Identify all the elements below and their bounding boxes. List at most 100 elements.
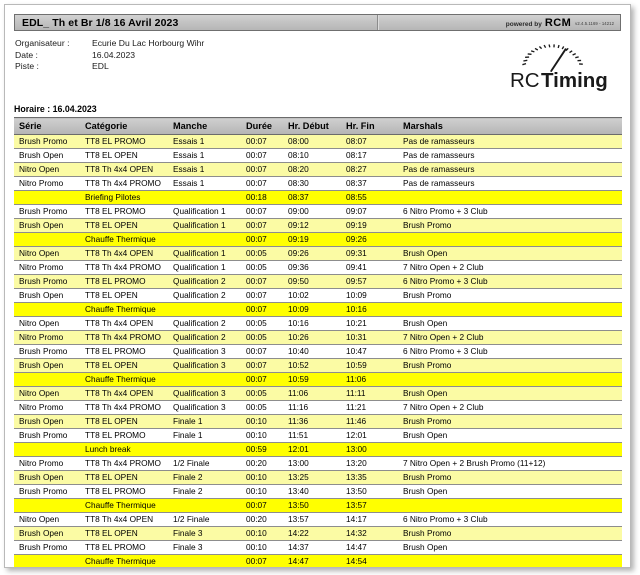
table-row[interactable]: Nitro Promo TT8 Th 4x4 PROMO 1/2 Finale 00:… [14, 456, 622, 471]
cell-marshals: Brush Open [398, 316, 622, 331]
date-value: 16.04.2023 [92, 49, 136, 60]
table-row[interactable]: Nitro Promo TT8 Th 4x4 PROMO Qualification… [14, 400, 622, 415]
table-row[interactable]: Nitro Open TT8 Th 4x4 OPEN 1/2 Finale 00:20… [14, 512, 622, 527]
table-row[interactable]: Brush Open TT8 EL OPEN Qualification 1 00:0… [14, 218, 622, 233]
cell-duree: 00:07 [241, 344, 283, 359]
table-row-break[interactable]: Briefing Pilotes 00:18 08:37 08:55 [14, 190, 622, 205]
cell-debut: 12:01 [283, 442, 341, 457]
table-row-break[interactable]: Lunch break 00:59 12:01 13:00 [14, 442, 622, 457]
cell-fin: 11:21 [341, 400, 398, 415]
cell-marshals [398, 554, 622, 567]
cell-categorie: Chauffe Thermique [80, 232, 168, 247]
cell-debut: 09:19 [283, 232, 341, 247]
column-header-fin[interactable]: Hr. Fin [341, 117, 398, 135]
table-row-break[interactable]: Chauffe Thermique 00:07 10:59 11:06 [14, 372, 622, 387]
cell-categorie: TT8 Th 4x4 OPEN [80, 386, 168, 401]
cell-debut: 10:52 [283, 358, 341, 373]
table-row[interactable]: Nitro Open TT8 Th 4x4 OPEN Qualification 1… [14, 246, 622, 261]
column-header-debut[interactable]: Hr. Début [283, 117, 341, 135]
table-row[interactable]: Nitro Open TT8 Th 4x4 OPEN Qualification 3… [14, 386, 622, 401]
table-row-break[interactable]: Chauffe Thermique 00:07 13:50 13:57 [14, 498, 622, 513]
column-header-serie[interactable]: Série [14, 117, 80, 135]
cell-debut: 13:57 [283, 512, 341, 527]
cell-duree: 00:59 [241, 442, 283, 457]
cell-manche: Essais 1 [168, 134, 241, 149]
info-row-organisateur: Organisateur : Ecurie Du Lac Horbourg Wi… [15, 38, 204, 50]
table-row[interactable]: Brush Open TT8 EL OPEN Qualification 2 00:0… [14, 288, 622, 303]
cell-manche [168, 442, 241, 457]
column-header-marshals[interactable]: Marshals [398, 117, 622, 135]
cell-marshals: Brush Open [398, 246, 622, 261]
cell-manche: Essais 1 [168, 176, 241, 191]
logo-text-rc: RC [510, 69, 540, 92]
cell-serie: Brush Promo [14, 484, 80, 499]
cell-categorie: TT8 EL PROMO [80, 428, 168, 443]
cell-serie: Nitro Open [14, 162, 80, 177]
organisateur-label: Organisateur : [15, 38, 70, 48]
table-row[interactable]: Brush Open TT8 EL OPEN Finale 3 00:10 14:22 1… [14, 526, 622, 541]
cell-debut: 09:36 [283, 260, 341, 275]
table-row[interactable]: Brush Promo TT8 EL PROMO Qualification 1 00… [14, 204, 622, 219]
table-row[interactable]: Nitro Promo TT8 Th 4x4 PROMO Essais 1 00:07… [14, 176, 622, 191]
column-header-manche[interactable]: Manche [168, 117, 241, 135]
cell-duree: 00:07 [241, 134, 283, 149]
table-row-break[interactable]: Chauffe Thermique 00:07 10:09 10:16 [14, 302, 622, 317]
cell-duree: 00:05 [241, 246, 283, 261]
cell-categorie: TT8 Th 4x4 PROMO [80, 176, 168, 191]
cell-marshals: 7 Nitro Open + 2 Brush Promo (11+12) [398, 456, 622, 471]
table-row[interactable]: Nitro Open TT8 Th 4x4 OPEN Qualification 2… [14, 316, 622, 331]
cell-manche [168, 232, 241, 247]
cell-debut: 11:16 [283, 400, 341, 415]
schedule-table-wrap: Série Catégorie Manche Durée Hr. Début H… [14, 117, 622, 567]
cell-fin: 13:00 [341, 442, 398, 457]
cell-duree: 00:07 [241, 148, 283, 163]
cell-fin: 14:47 [341, 540, 398, 555]
cell-marshals: 6 Nitro Promo + 3 Club [398, 274, 622, 289]
table-row-break[interactable]: Chauffe Thermique 00:07 14:47 14:54 [14, 554, 622, 567]
cell-marshals: Brush Open [398, 484, 622, 499]
table-row[interactable]: Brush Open TT8 EL OPEN Finale 1 00:10 11:36 1… [14, 414, 622, 429]
table-row[interactable]: Brush Promo TT8 EL PROMO Qualification 3 00… [14, 344, 622, 359]
table-row[interactable]: Brush Promo TT8 EL PROMO Finale 1 00:10 11:5… [14, 428, 622, 443]
column-header-duree[interactable]: Durée [241, 117, 283, 135]
cell-duree: 00:05 [241, 386, 283, 401]
cell-duree: 00:07 [241, 302, 283, 317]
cell-serie: Nitro Open [14, 512, 80, 527]
cell-categorie: TT8 EL OPEN [80, 148, 168, 163]
table-row[interactable]: Brush Promo TT8 EL PROMO Essais 1 00:07 08:0… [14, 134, 622, 149]
table-row[interactable]: Nitro Promo TT8 Th 4x4 PROMO Qualification… [14, 330, 622, 345]
cell-fin: 09:57 [341, 274, 398, 289]
cell-manche: Finale 1 [168, 414, 241, 429]
cell-categorie: TT8 EL OPEN [80, 358, 168, 373]
cell-categorie: TT8 EL PROMO [80, 204, 168, 219]
cell-duree: 00:05 [241, 260, 283, 275]
cell-categorie: TT8 EL PROMO [80, 540, 168, 555]
column-header-categorie[interactable]: Catégorie [80, 117, 168, 135]
cell-marshals: Brush Promo [398, 358, 622, 373]
cell-categorie: TT8 EL OPEN [80, 414, 168, 429]
report-page: EDL_ Th et Br 1/8 16 Avril 2023 powered … [4, 4, 631, 568]
cell-marshals: Brush Promo [398, 288, 622, 303]
cell-debut: 14:22 [283, 526, 341, 541]
table-row[interactable]: Nitro Open TT8 Th 4x4 OPEN Essais 1 00:07 08… [14, 162, 622, 177]
table-row[interactable]: Brush Promo TT8 EL PROMO Finale 3 00:10 14:3… [14, 540, 622, 555]
cell-marshals: Brush Open [398, 428, 622, 443]
cell-serie: Nitro Promo [14, 330, 80, 345]
cell-manche: Qualification 3 [168, 386, 241, 401]
cell-manche [168, 554, 241, 567]
table-row[interactable]: Nitro Promo TT8 Th 4x4 PROMO Qualification… [14, 260, 622, 275]
cell-serie: Brush Open [14, 288, 80, 303]
report-title: EDL_ Th et Br 1/8 16 Avril 2023 [22, 16, 179, 29]
table-row[interactable]: Brush Promo TT8 EL PROMO Finale 2 00:10 13:4… [14, 484, 622, 499]
table-row-break[interactable]: Chauffe Thermique 00:07 09:19 09:26 [14, 232, 622, 247]
cell-fin: 09:41 [341, 260, 398, 275]
cell-debut: 10:59 [283, 372, 341, 387]
table-row[interactable]: Brush Open TT8 EL OPEN Essais 1 00:07 08:10 0… [14, 148, 622, 163]
cell-manche: Qualification 3 [168, 400, 241, 415]
table-row[interactable]: Brush Open TT8 EL OPEN Finale 2 00:10 13:25 1… [14, 470, 622, 485]
table-row[interactable]: Brush Open TT8 EL OPEN Qualification 3 00:0… [14, 358, 622, 373]
schedule-table: Série Catégorie Manche Durée Hr. Début H… [14, 117, 622, 567]
table-row[interactable]: Brush Promo TT8 EL PROMO Qualification 2 00… [14, 274, 622, 289]
cell-debut: 13:25 [283, 470, 341, 485]
cell-duree: 00:10 [241, 526, 283, 541]
